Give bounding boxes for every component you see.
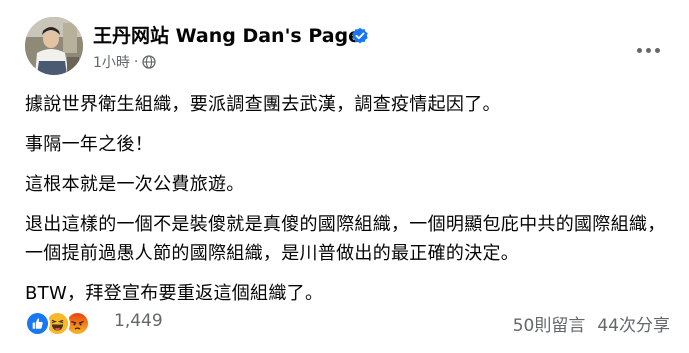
- comments-count-link[interactable]: 50則留言: [513, 311, 586, 336]
- facebook-post: 王丹网站 Wang Dan's Page 1小時 · 據說世界衛生組織，要派調查…: [0, 0, 689, 353]
- meta-separator: ·: [133, 54, 139, 70]
- post-paragraph: 這根本就是一次公費旅遊。: [25, 174, 245, 195]
- reaction-count[interactable]: 1,449: [114, 311, 163, 331]
- post-paragraph: 事隔一年之後！: [25, 134, 154, 155]
- avatar-photo: [25, 17, 83, 75]
- post-paragraph: 據說世界衛生組織，要派調查團去武漢，調查疫情起因了。: [25, 94, 501, 115]
- like-reaction-icon: [25, 310, 50, 336]
- reactions-summary[interactable]: [25, 308, 90, 338]
- post-footer: 1,449 50則留言 44次分享: [25, 308, 670, 338]
- more-dot-icon: [636, 47, 642, 53]
- post-paragraph: BTW，拜登宣布要重返這個組織了。: [25, 283, 324, 304]
- globe-icon[interactable]: [142, 55, 157, 69]
- engagement-counts: 50則留言 44次分享: [513, 311, 670, 336]
- post-timestamp[interactable]: 1小時: [93, 52, 130, 72]
- shares-count-link[interactable]: 44次分享: [597, 311, 670, 336]
- avatar[interactable]: [25, 17, 83, 75]
- post-body: 據說世界衛生組織，要派調查團去武漢，調查疫情起因了。 事隔一年之後！ 這根本就是…: [25, 90, 675, 319]
- post-paragraph: 退出這樣的一個不是裝傻就是真傻的國際組織，一個明顯包庇中共的國際組織，一個提前過…: [25, 214, 666, 264]
- page-name-link[interactable]: 王丹网站 Wang Dan's Page: [93, 23, 361, 49]
- more-dot-icon: [645, 47, 651, 53]
- verified-badge-icon: [352, 27, 368, 44]
- more-dot-icon: [654, 47, 660, 53]
- post-meta: 1小時 ·: [93, 52, 157, 72]
- more-options-button[interactable]: [630, 36, 666, 64]
